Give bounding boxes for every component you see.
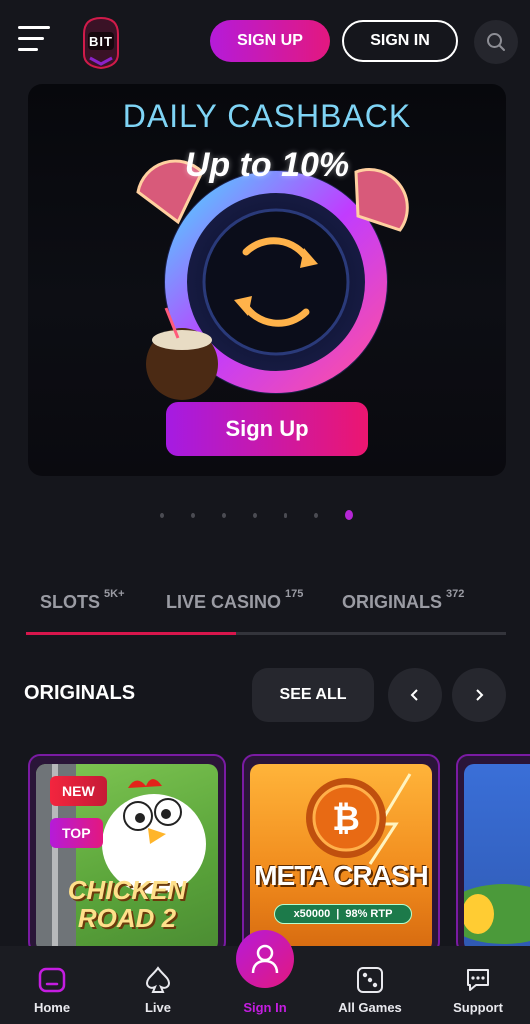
game-thumbnail (464, 764, 530, 952)
game-title-line: CHICKEN (67, 875, 187, 905)
logo-text: BIT (89, 34, 113, 49)
nav-support[interactable]: Support (428, 946, 528, 1024)
game-thumbnail: ₿ META CRASH x50000 | 98% RTP (250, 764, 432, 952)
game-title: META CRASH (254, 860, 429, 891)
nav-label: Live (144, 1000, 171, 1015)
header: BIT SIGN UP SIGN IN (0, 0, 530, 82)
signin-button[interactable]: SIGN IN (342, 20, 458, 62)
logo[interactable]: BIT (76, 14, 126, 70)
nav-signin-label[interactable]: Sign In (215, 1000, 315, 1015)
carousel-dot-active[interactable] (345, 510, 353, 520)
user-icon (251, 944, 279, 974)
tab-live-casino[interactable]: LIVE CASINO 175 (166, 588, 303, 613)
home-icon (36, 964, 68, 996)
dice-icon (354, 964, 386, 996)
game-stats-pill: x50000 | 98% RTP (274, 904, 412, 924)
nav-live[interactable]: Live (108, 946, 208, 1024)
game-card-partial[interactable] (456, 754, 530, 954)
signup-button[interactable]: SIGN UP (210, 20, 330, 62)
banner-signup-button[interactable]: Sign Up (166, 402, 368, 456)
game-multiplier: x50000 (293, 908, 331, 920)
promo-banner[interactable]: DAILY CASHBACK Up to 10% Sign Up (28, 84, 506, 476)
svg-text:₿: ₿ (332, 799, 360, 839)
section-title: ORIGINALS (24, 682, 136, 704)
new-badge: NEW (50, 776, 107, 806)
game-rtp: 98% RTP (345, 908, 393, 920)
chevron-left-icon (410, 689, 418, 701)
carousel-dot[interactable] (283, 512, 288, 518)
carousel-dot[interactable] (314, 512, 319, 518)
chevron-right-icon (476, 689, 484, 701)
scroll-left-button[interactable] (388, 668, 442, 722)
tab-label: ORIGINALS (342, 592, 443, 612)
spade-icon (142, 964, 174, 996)
nav-label: Home (33, 1000, 71, 1015)
carousel-dot[interactable] (221, 512, 226, 518)
nav-label: Support (453, 1000, 503, 1015)
carousel-dot[interactable] (190, 512, 195, 518)
scroll-right-button[interactable] (452, 668, 506, 722)
nav-signin-button[interactable] (236, 930, 294, 988)
see-all-button[interactable]: SEE ALL (252, 668, 374, 722)
search-icon (487, 33, 505, 51)
tab-slots[interactable]: SLOTS 5K+ (40, 588, 125, 613)
chat-support-icon (462, 964, 494, 996)
carousel-dots (160, 508, 380, 522)
game-art (464, 884, 530, 944)
category-tabs: SLOTS 5K+ LIVE CASINO 175 ORIGINALS 372 (26, 588, 530, 636)
nav-label: All Games (338, 1000, 402, 1015)
search-button[interactable] (474, 20, 518, 64)
tab-originals[interactable]: ORIGINALS 372 (342, 588, 464, 613)
game-card-chicken-road[interactable]: NEW TOP CHICKEN ROAD 2 (28, 754, 226, 954)
banner-title: DAILY CASHBACK (122, 98, 412, 134)
tab-label: LIVE CASINO (166, 592, 282, 612)
tab-label: SLOTS (40, 592, 101, 612)
nav-home[interactable]: Home (2, 946, 102, 1024)
menu-icon[interactable] (18, 26, 50, 56)
game-card-meta-crash[interactable]: ₿ META CRASH x50000 | 98% RTP (242, 754, 440, 954)
game-title-line: ROAD 2 (77, 903, 177, 933)
game-thumbnail: NEW TOP CHICKEN ROAD 2 (36, 764, 218, 952)
game-title: CHICKEN ROAD 2 (36, 876, 218, 932)
carousel-dot[interactable] (252, 512, 257, 518)
carousel-dot[interactable] (160, 512, 164, 518)
banner-subtitle: Up to 10% (184, 146, 350, 184)
nav-all-games[interactable]: All Games (320, 946, 420, 1024)
tab-count: 372 (446, 588, 465, 600)
top-badge: TOP (50, 818, 103, 848)
tab-count: 175 (285, 588, 304, 600)
tab-active-indicator (26, 632, 236, 635)
tab-count: 5K+ (104, 588, 125, 600)
